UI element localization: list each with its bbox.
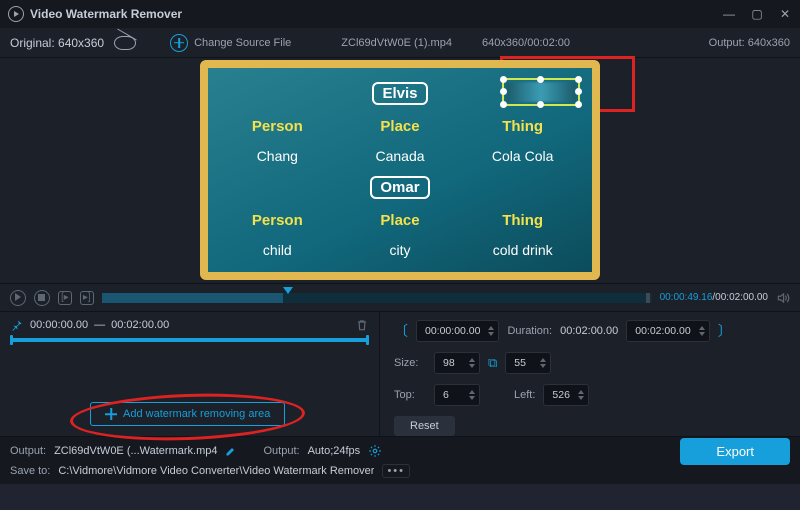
size-label: Size: xyxy=(394,357,426,369)
save-to-label: Save to: xyxy=(10,465,50,477)
preview-hdr-thing-2: Thing xyxy=(502,212,543,229)
preview-hdr-place-2: Place xyxy=(380,212,419,229)
preview-cell: child xyxy=(263,242,292,258)
reset-button[interactable]: Reset xyxy=(394,416,455,436)
top-input[interactable]: 6 xyxy=(434,384,480,406)
segment-row[interactable]: 00:00:00.00 — 00:02:00.00 xyxy=(10,318,369,332)
transport-bar: [▸ ▸] 00:00:49.16/00:02:00.00 xyxy=(0,283,800,311)
play-button[interactable] xyxy=(10,290,26,306)
output-format-label: Output: xyxy=(263,445,299,457)
watermark-blur-region xyxy=(506,82,576,102)
save-to-path: C:\Vidmore\Vidmore Video Converter\Video… xyxy=(58,465,374,477)
original-dimensions: Original: 640x360 xyxy=(10,36,104,50)
volume-icon[interactable] xyxy=(776,291,790,305)
resize-handle-bl[interactable] xyxy=(500,101,507,108)
preview-hdr-place-1: Place xyxy=(380,118,419,135)
resize-handle-br[interactable] xyxy=(575,101,582,108)
output-format-value: Auto;24fps xyxy=(308,445,361,457)
resize-handle-tl[interactable] xyxy=(500,76,507,83)
left-input[interactable]: 526 xyxy=(543,384,589,406)
seek-end-marker[interactable] xyxy=(646,293,650,303)
left-label: Left: xyxy=(514,389,535,401)
output-settings-icon[interactable] xyxy=(368,444,382,458)
stop-button[interactable] xyxy=(34,290,50,306)
set-out-button[interactable]: ▸] xyxy=(80,291,94,305)
browse-save-path-button[interactable]: ••• xyxy=(382,464,410,478)
resize-handle-tr[interactable] xyxy=(575,76,582,83)
bracket-out-icon[interactable]: 〕 xyxy=(718,321,732,341)
preview-cell: Cola Cola xyxy=(492,148,553,164)
link-aspect-icon[interactable]: ⧉ xyxy=(488,355,497,371)
height-input[interactable]: 55 xyxy=(505,352,551,374)
annotation-red-ellipse xyxy=(69,390,305,444)
resize-handle-tc[interactable] xyxy=(537,76,544,83)
preview-cell: city xyxy=(389,242,410,258)
output-dimensions: Output: 640x360 xyxy=(709,37,790,49)
preview-hdr-person-1: Person xyxy=(252,118,303,135)
edit-filename-icon[interactable] xyxy=(225,445,237,457)
change-source-button[interactable]: Change Source File xyxy=(170,34,291,52)
output-file-label: Output: xyxy=(10,445,46,457)
top-info-bar: Original: 640x360 Change Source File ZCl… xyxy=(0,28,800,58)
bottom-bar: Output: ZCl69dVtW0E (...Watermark.mp4 Ou… xyxy=(0,436,800,484)
duration-value: 00:02:00.00 xyxy=(560,325,618,337)
video-preview[interactable]: Elvis Person Place Thing Chang Canada Co… xyxy=(200,60,600,280)
preview-hdr-person-2: Person xyxy=(252,212,303,229)
seek-progress xyxy=(102,293,283,303)
preview-hdr-thing-1: Thing xyxy=(502,118,543,135)
top-label: Top: xyxy=(394,389,426,401)
duration-label: Duration: xyxy=(507,325,552,337)
set-in-button[interactable]: [▸ xyxy=(58,291,72,305)
source-dimensions-duration: 640x360/00:02:00 xyxy=(482,37,570,49)
change-source-label: Change Source File xyxy=(194,37,291,49)
current-time: 00:00:49.16 xyxy=(660,292,713,303)
segment-start: 00:00:00.00 xyxy=(30,319,88,331)
seek-bar[interactable] xyxy=(102,293,652,303)
total-time: /00:02:00.00 xyxy=(712,292,768,303)
app-logo-icon xyxy=(8,6,24,22)
preview-cell: cold drink xyxy=(493,242,553,258)
preview-cell: Canada xyxy=(375,148,424,164)
maximize-button[interactable]: ▢ xyxy=(750,7,764,21)
pin-icon xyxy=(10,318,24,332)
preview-name-1: Elvis xyxy=(372,82,427,105)
segment-sep: — xyxy=(94,319,105,331)
editor-panels: 00:00:00.00 — 00:02:00.00 Add watermark … xyxy=(0,311,800,436)
source-filename: ZCl69dVtW0E (1).mp4 xyxy=(341,37,452,49)
output-file-name: ZCl69dVtW0E (...Watermark.mp4 xyxy=(54,445,217,457)
end-time-input[interactable]: 00:02:00.00 xyxy=(626,320,709,342)
segments-panel: 00:00:00.00 — 00:02:00.00 Add watermark … xyxy=(0,312,380,436)
trash-icon[interactable] xyxy=(355,318,369,332)
preview-area: Elvis Person Place Thing Chang Canada Co… xyxy=(0,58,800,283)
segment-range-bar[interactable] xyxy=(10,338,369,342)
resize-handle-ml[interactable] xyxy=(500,88,507,95)
export-button[interactable]: Export xyxy=(680,438,790,465)
plus-circle-icon xyxy=(170,34,188,52)
resize-handle-mr[interactable] xyxy=(575,88,582,95)
titlebar: Video Watermark Remover — ▢ ✕ xyxy=(0,0,800,28)
visibility-off-icon[interactable] xyxy=(114,36,136,50)
time-display: 00:00:49.16/00:02:00.00 xyxy=(660,292,768,303)
segment-end: 00:02:00.00 xyxy=(111,319,169,331)
minimize-button[interactable]: — xyxy=(722,7,736,21)
close-button[interactable]: ✕ xyxy=(778,7,792,21)
watermark-selection-box[interactable] xyxy=(502,78,580,106)
properties-panel: 〔 00:00:00.00 Duration: 00:02:00.00 00:02… xyxy=(380,312,800,436)
preview-name-2: Omar xyxy=(370,176,429,199)
seek-handle[interactable] xyxy=(283,287,293,294)
preview-cell: Chang xyxy=(257,148,298,164)
width-input[interactable]: 98 xyxy=(434,352,480,374)
app-title: Video Watermark Remover xyxy=(30,7,182,21)
resize-handle-bc[interactable] xyxy=(537,101,544,108)
bracket-in-icon[interactable]: 〔 xyxy=(394,321,408,341)
start-time-input[interactable]: 00:00:00.00 xyxy=(416,320,499,342)
